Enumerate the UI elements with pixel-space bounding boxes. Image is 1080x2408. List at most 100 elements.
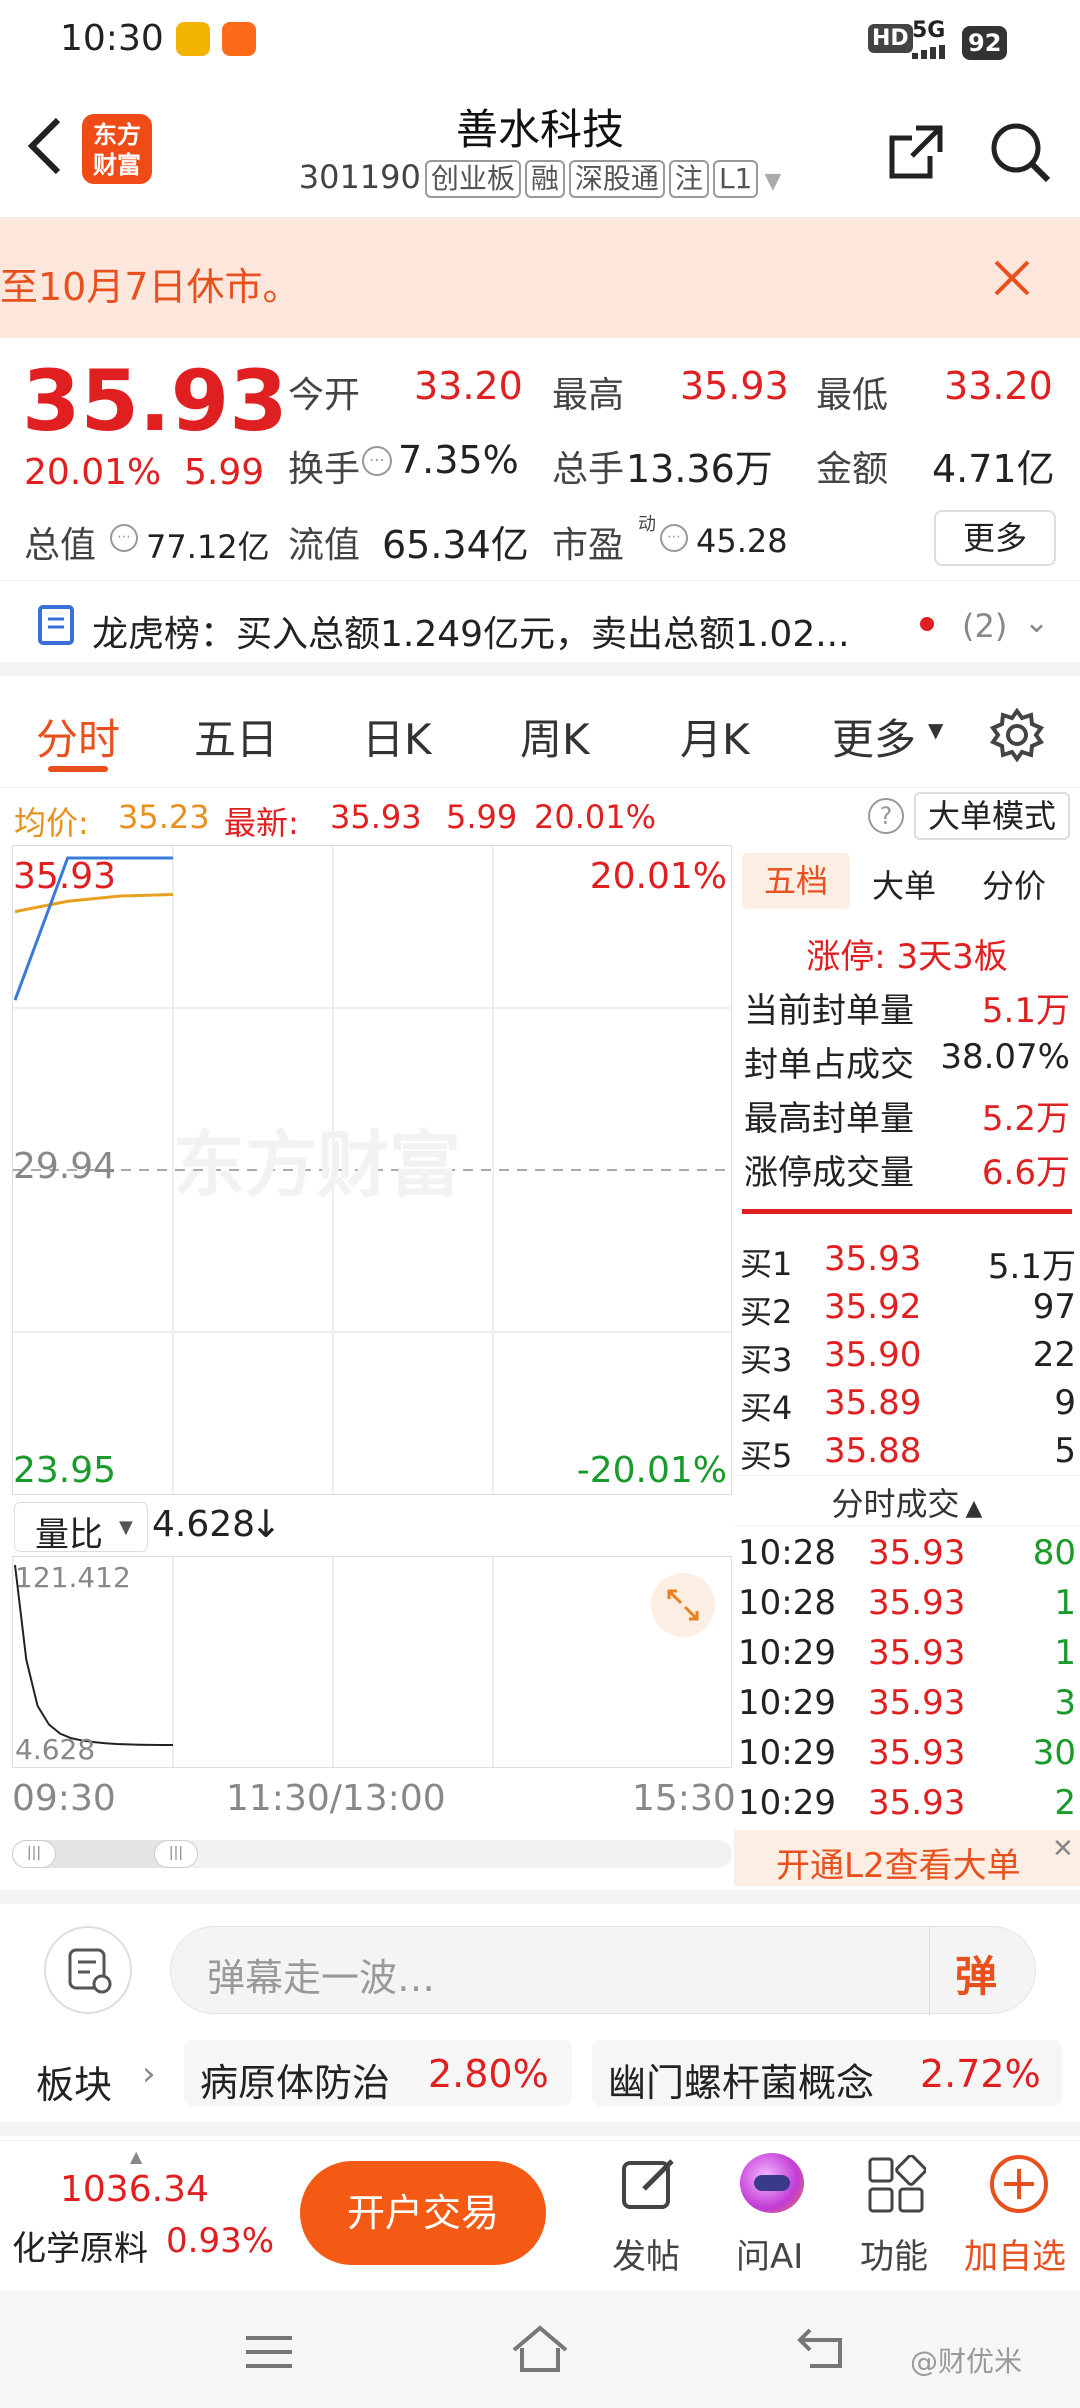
chevron-down-icon[interactable]: ▼	[764, 169, 781, 194]
sector-name: 病原体防治	[200, 2061, 391, 2105]
close-icon[interactable]	[992, 258, 1032, 302]
sector-chip[interactable]: 病原体防治 2.80%	[184, 2040, 572, 2106]
time-label-open: 09:30	[12, 1778, 116, 1819]
ticks-title[interactable]: 分时成交 ▲	[734, 1479, 1080, 1525]
battery-icon: 92	[962, 26, 1008, 60]
avg-price-line	[14, 892, 174, 914]
functions-button[interactable]: 功能	[846, 2151, 946, 2281]
dragon-tiger-row[interactable]: 龙虎榜：买入总额1.249亿元，卖出总额1.02... (2) ⌄	[0, 580, 1080, 676]
tick-volume: 1	[1054, 1633, 1076, 1673]
tick-price: 35.93	[868, 1633, 966, 1673]
menu-icon[interactable]	[244, 2332, 294, 2376]
bid-volume: 5.1万	[987, 1247, 1076, 1287]
tab-intraday[interactable]: 分时	[36, 706, 120, 767]
avg-value: 35.23	[118, 798, 210, 836]
signal-icon	[912, 44, 952, 59]
tab-five-levels[interactable]: 五档	[742, 853, 850, 909]
bottom-action-bar: ▲ 1036.34 化学原料 0.93% 开户交易 发帖 问AI 功能 加自选	[0, 2140, 1080, 2290]
open-account-trade-button[interactable]: 开户交易	[300, 2161, 546, 2265]
tick-time: 10:28	[738, 1533, 836, 1573]
tick-price: 35.93	[868, 1783, 966, 1823]
sector-chip[interactable]: 幽门螺杆菌概念 2.72%	[592, 2040, 1062, 2106]
comment-placeholder: 弹幕走一波…	[207, 1956, 436, 2000]
comment-settings-icon[interactable]	[44, 1926, 132, 2014]
send-comment-button[interactable]: 弹	[955, 1943, 997, 2004]
index-value: 1036.34	[60, 2169, 209, 2210]
range-handle-right[interactable]: |||	[154, 1840, 198, 1868]
info-icon[interactable]: ⋯	[362, 446, 392, 476]
open-value: 33.20	[414, 364, 523, 408]
info-icon[interactable]: ⋯	[660, 524, 688, 552]
home-icon[interactable]	[508, 2320, 572, 2380]
pct-top-label: 20.01%	[589, 856, 727, 897]
pe-superscript: 动	[638, 514, 656, 535]
add-watchlist-label: 加自选	[964, 2237, 1066, 2277]
stat-value: 5.2万	[981, 1099, 1070, 1139]
amount-label: 金额	[816, 449, 889, 490]
search-icon[interactable]	[988, 120, 1052, 188]
ask-ai-button[interactable]: 问AI	[722, 2151, 822, 2281]
volume-ratio-chart[interactable]: 121.412 4.628	[12, 1556, 732, 1768]
tab-five-day[interactable]: 五日	[194, 706, 278, 767]
tick-volume: 80	[1032, 1533, 1076, 1573]
back-icon[interactable]	[796, 2324, 850, 2376]
latest-pct: 20.01%	[534, 798, 657, 836]
expand-icon[interactable]	[651, 1573, 715, 1637]
tab-weekly-k[interactable]: 周K	[520, 706, 590, 767]
chart-watermark: 东方财富	[173, 1123, 462, 1207]
chart-tabs: 分时 五日 日K 周K 月K 更多 ▼	[0, 676, 1080, 788]
help-icon[interactable]: ?	[868, 798, 904, 834]
stat-value: 38.07%	[940, 1037, 1070, 1077]
tab-more[interactable]: 更多	[832, 706, 916, 767]
latest-change: 5.99	[446, 798, 518, 836]
intraday-price-chart[interactable]: 东方财富 35.93 20.01% 29.94 23.95 -20.01%	[12, 845, 732, 1495]
chevron-down-icon[interactable]: ⌄	[1024, 605, 1049, 640]
network-label: 5G	[912, 18, 946, 43]
info-icon[interactable]: ⋯	[110, 524, 138, 552]
tab-price-distribution[interactable]: 分价	[982, 861, 1046, 907]
down-arrow-icon: ↓	[250, 1502, 282, 1546]
time-label-close: 15:30	[632, 1778, 736, 1819]
tick-volume: 2	[1054, 1783, 1076, 1823]
high-label: 最高	[552, 375, 625, 416]
close-icon[interactable]: ✕	[1052, 1834, 1074, 1864]
post-button[interactable]: 发帖	[598, 2151, 698, 2281]
price-mid-label: 29.94	[13, 1146, 117, 1187]
bid-price: 35.89	[824, 1383, 922, 1423]
mcap-label: 总值	[24, 525, 97, 566]
more-button[interactable]: 更多	[934, 510, 1056, 566]
gear-icon[interactable]	[989, 707, 1045, 766]
stock-code: 301190	[298, 158, 421, 196]
tab-daily-k[interactable]: 日K	[362, 706, 432, 767]
sector-pct: 2.72%	[920, 2052, 1041, 2096]
chart-range-scrollbar[interactable]: ||| |||	[12, 1840, 732, 1868]
share-icon[interactable]	[886, 122, 946, 186]
range-handle-left[interactable]: |||	[12, 1840, 56, 1868]
limit-up-title: 涨停: 3天3板	[806, 937, 1008, 977]
tag-connect: 深股通	[568, 160, 665, 198]
divider	[742, 1209, 1072, 1214]
volume-ratio-value: 4.628	[152, 1504, 256, 1545]
open-label: 今开	[288, 375, 361, 416]
status-time: 10:30	[60, 18, 164, 59]
add-watchlist-button[interactable]: 加自选	[962, 2151, 1078, 2281]
chevron-right-icon[interactable]: ›	[142, 2054, 156, 2094]
dragon-count: (2)	[962, 607, 1008, 645]
l2-banner[interactable]: 开通L2查看大单 ✕	[734, 1830, 1080, 1886]
tick-volume: 30	[1032, 1733, 1076, 1773]
tab-large-orders[interactable]: 大单	[872, 861, 936, 907]
turnover-label: 换手	[288, 449, 361, 490]
sector-pct: 2.80%	[428, 2052, 549, 2096]
stock-code-row: 301190 创业板融深股通注 L1 ▼	[290, 158, 790, 198]
divider	[734, 1525, 1080, 1526]
large-order-mode-button[interactable]: 大单模式	[914, 792, 1070, 840]
comment-input[interactable]: 弹幕走一波… 弹	[170, 1926, 1036, 2015]
back-arrow-icon[interactable]	[24, 114, 64, 182]
bid-price: 35.92	[824, 1287, 922, 1327]
tag-level: L1	[712, 160, 759, 198]
latest-label: 最新:	[224, 804, 299, 842]
tab-monthly-k[interactable]: 月K	[680, 706, 750, 767]
bid-volume: 97	[1032, 1287, 1076, 1327]
notice-text: 至10月7日休市。	[0, 265, 301, 309]
volume-ratio-selector[interactable]: 量比 ▼	[14, 1502, 148, 1555]
